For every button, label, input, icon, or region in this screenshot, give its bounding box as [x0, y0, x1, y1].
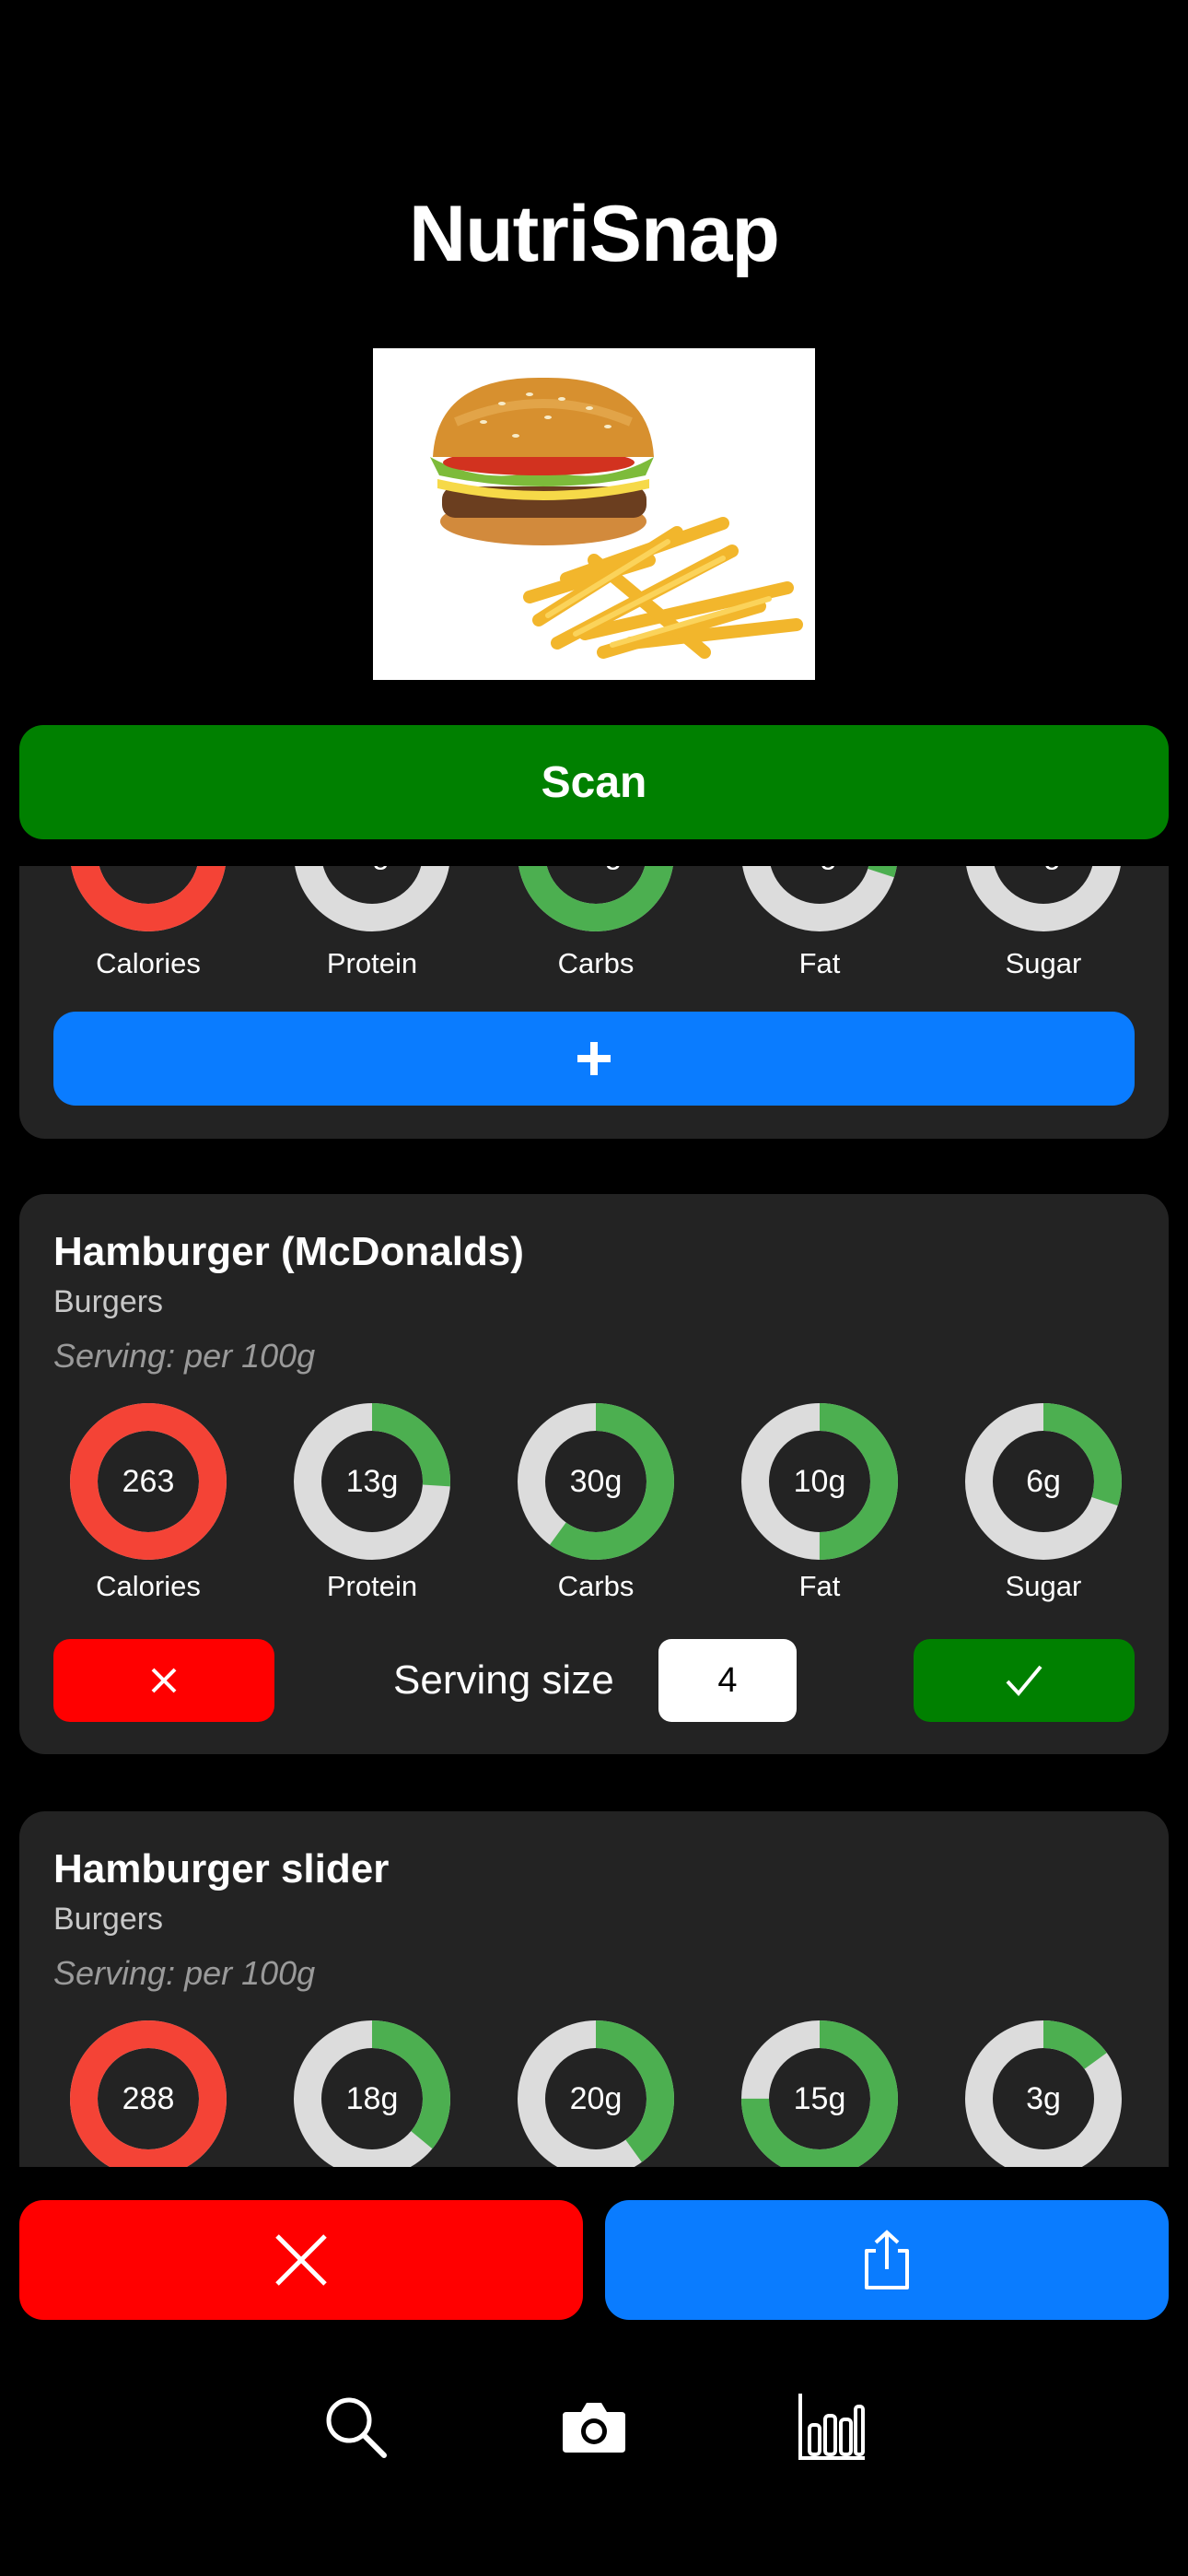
nutrient-label: Fat: [798, 947, 841, 979]
nutrient-ring: 30g: [517, 1402, 675, 1561]
nutrient-ring: 18g: [293, 2020, 451, 2167]
nutrient-ring: 20g: [517, 2020, 675, 2167]
nutrient-value: 279: [69, 866, 227, 932]
results-list[interactable]: 279 Calories 9g Protein 44g Carbs 6g Fat 5g Sugar…: [19, 866, 1169, 2167]
nutrient-value: 13g: [345, 1463, 399, 1499]
nutrient-ring: 6g: [740, 866, 899, 932]
nutrient-ring: 263: [69, 1402, 227, 1561]
nutrient-value: 263: [122, 1463, 175, 1499]
tab-search[interactable]: [309, 2381, 402, 2473]
share-icon: [865, 2230, 909, 2289]
nutrient-label: Carbs: [557, 947, 635, 979]
food-card: Hamburger (McDonalds) Burgers Serving: p…: [19, 1194, 1169, 1754]
nutrient-value: 6g: [740, 866, 899, 932]
nutrient-value: 15g: [793, 2080, 846, 2116]
nutrient-label: Calories: [96, 1570, 201, 1602]
nutrient-value: 5g: [964, 866, 1123, 932]
nutrient-label: Calories: [96, 947, 201, 979]
serving-size-input[interactable]: [658, 1639, 797, 1722]
scan-button[interactable]: Scan: [19, 725, 1169, 839]
food-name: Hamburger (McDonalds): [53, 1229, 524, 1274]
nutrient-ring: 13g: [293, 1402, 451, 1561]
share-button[interactable]: [605, 2200, 1169, 2320]
close-icon: [151, 1668, 177, 1693]
nutrient-value: 10g: [793, 1463, 846, 1499]
nutrient-value: 18g: [345, 2080, 399, 2116]
food-card: 279 Calories 9g Protein 44g Carbs 6g Fat 5g Sugar: [19, 866, 1169, 1139]
nutrient-value: 30g: [569, 1463, 623, 1499]
tab-camera[interactable]: [548, 2381, 640, 2473]
nutrient-ring: 15g: [740, 2020, 899, 2167]
nutrient-ring: 9g: [293, 866, 451, 932]
add-food-button[interactable]: [53, 1012, 1135, 1106]
nutrient-value: 6g: [1026, 1463, 1061, 1499]
serving-info: Serving: per 100g: [53, 1954, 316, 1992]
nutrient-value: 44g: [517, 866, 675, 932]
checkmark-icon: [1006, 1665, 1042, 1697]
nutrient-value: 288: [122, 2080, 175, 2116]
cancel-button[interactable]: [19, 2200, 583, 2320]
nutrient-label: Protein: [326, 947, 418, 979]
nutrient-label: Carbs: [557, 1570, 635, 1602]
plus-icon: [577, 1042, 611, 1075]
food-category: Burgers: [53, 1284, 164, 1319]
nutrient-label: Protein: [326, 1570, 418, 1602]
close-icon: [275, 2234, 327, 2286]
nutrient-ring: 6g: [964, 1402, 1123, 1561]
nutrient-ring: 3g: [964, 2020, 1123, 2167]
serving-info: Serving: per 100g: [53, 1337, 316, 1375]
chart-icon: [798, 2394, 865, 2460]
nutrient-ring: 44g: [517, 866, 675, 932]
nutrient-ring: 10g: [740, 1402, 899, 1561]
nutrient-value: 9g: [293, 866, 451, 932]
food-category: Burgers: [53, 1902, 164, 1937]
food-card: Hamburger slider Burgers Serving: per 10…: [19, 1811, 1169, 2167]
nutrient-label: Sugar: [1005, 1570, 1082, 1602]
food-name: Hamburger slider: [53, 1846, 390, 1891]
nutrient-ring: 288: [69, 2020, 227, 2167]
nutrient-label: Fat: [798, 1570, 841, 1602]
nutrient-ring: 279: [69, 866, 227, 932]
accept-button[interactable]: [914, 1639, 1135, 1722]
camera-icon: [563, 2403, 625, 2453]
food-photo: [373, 348, 815, 680]
nutrient-ring: 5g: [964, 866, 1123, 932]
reject-button[interactable]: [53, 1639, 274, 1722]
nutrient-value: 20g: [569, 2080, 623, 2116]
search-icon: [326, 2397, 387, 2458]
nutrient-label: Sugar: [1005, 947, 1082, 979]
app-title: NutriSnap: [409, 190, 780, 278]
tab-stats[interactable]: [786, 2381, 878, 2473]
serving-size-label: Serving size: [393, 1657, 614, 1703]
nutrient-value: 3g: [1026, 2080, 1061, 2116]
